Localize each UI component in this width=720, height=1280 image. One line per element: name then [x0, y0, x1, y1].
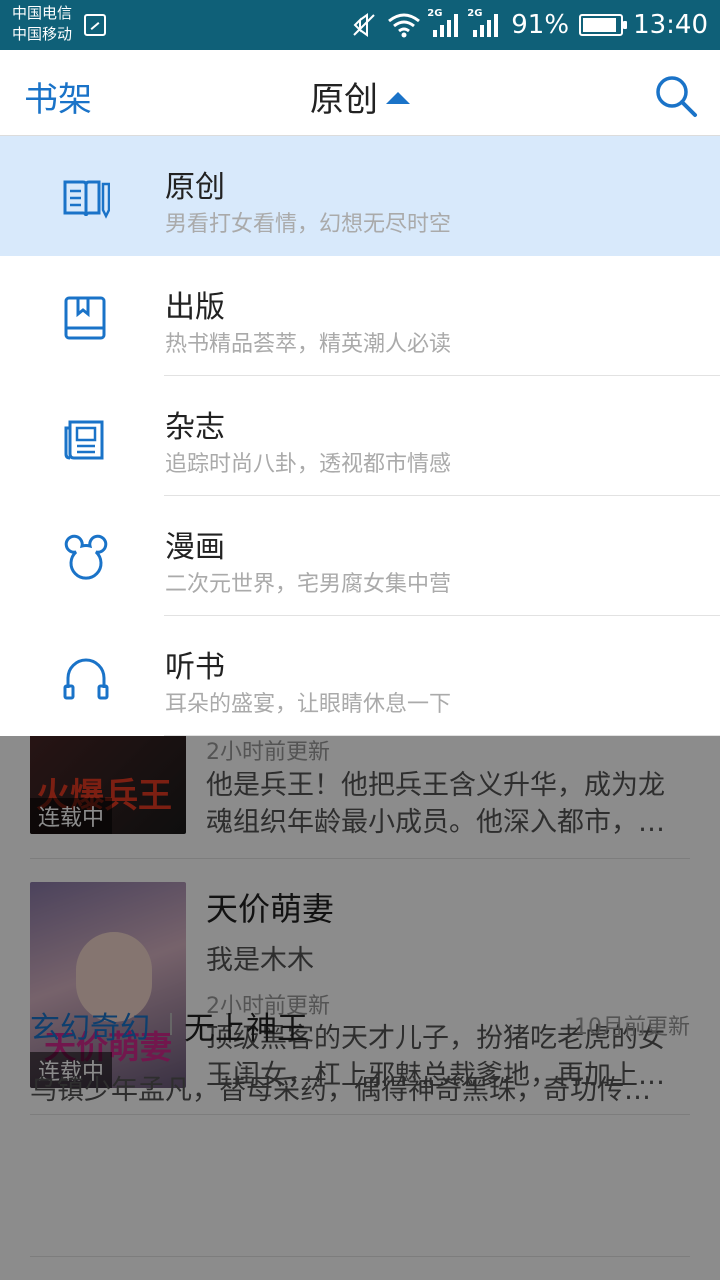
carrier-info: 中国电信 中国移动	[12, 3, 72, 45]
category-dropdown: 原创 男看打女看情，幻想无尽时空 出版 热书精品荟萃，精英潮人必读 杂志 追踪时…	[0, 136, 720, 736]
magazine-icon	[64, 420, 104, 460]
category-selector[interactable]: 原创	[0, 72, 720, 121]
status-bar: 中国电信 中国移动 2G 2G 91% 13:40	[0, 0, 720, 50]
menu-item-subtitle: 男看打女看情，幻想无尽时空	[165, 212, 452, 237]
search-icon[interactable]	[654, 74, 698, 118]
menu-item-subtitle: 热书精品荟萃，精英潮人必读	[165, 332, 452, 357]
book-edit-icon	[63, 180, 110, 219]
menu-item-audiobook[interactable]: 听书 耳朵的盛宴，让眼睛休息一下	[0, 616, 720, 736]
menu-item-title: 原创	[165, 170, 225, 205]
battery-percent: 91%	[511, 10, 570, 40]
mickey-icon	[64, 534, 108, 580]
book-icon	[64, 296, 106, 340]
menu-item-original[interactable]: 原创 男看打女看情，幻想无尽时空	[0, 136, 720, 256]
signal-2: 2G	[467, 8, 501, 38]
menu-item-subtitle: 二次元世界，宅男腐女集中营	[165, 572, 452, 597]
menu-item-title: 听书	[165, 650, 225, 685]
menu-item-title: 漫画	[165, 530, 225, 565]
carrier-2: 中国移动	[12, 25, 73, 43]
network-type-2: 2G	[467, 8, 483, 19]
menu-item-subtitle: 耳朵的盛宴，让眼睛休息一下	[165, 692, 452, 717]
signal-1: 2G	[427, 8, 461, 38]
clock: 13:40	[633, 10, 708, 40]
headphones-icon	[63, 658, 109, 700]
top-bar: 书架 原创	[0, 50, 720, 136]
menu-divider	[164, 735, 720, 736]
carrier-1: 中国电信	[12, 4, 73, 22]
menu-item-title: 杂志	[165, 410, 225, 445]
network-type-1: 2G	[427, 8, 443, 19]
caret-up-icon	[386, 91, 410, 104]
menu-item-published[interactable]: 出版 热书精品荟萃，精英潮人必读	[0, 256, 720, 376]
menu-item-comics[interactable]: 漫画 二次元世界，宅男腐女集中营	[0, 496, 720, 616]
battery-icon	[579, 14, 628, 36]
wifi-icon	[388, 13, 421, 38]
menu-item-magazine[interactable]: 杂志 追踪时尚八卦，透视都市情感	[0, 376, 720, 496]
mute-vibrate-icon	[353, 13, 375, 37]
battery-fill	[583, 18, 616, 32]
category-title: 原创	[310, 80, 378, 120]
menu-item-title: 出版	[165, 290, 225, 325]
menu-item-subtitle: 追踪时尚八卦，透视都市情感	[165, 452, 452, 477]
image-notification-icon	[84, 14, 106, 36]
